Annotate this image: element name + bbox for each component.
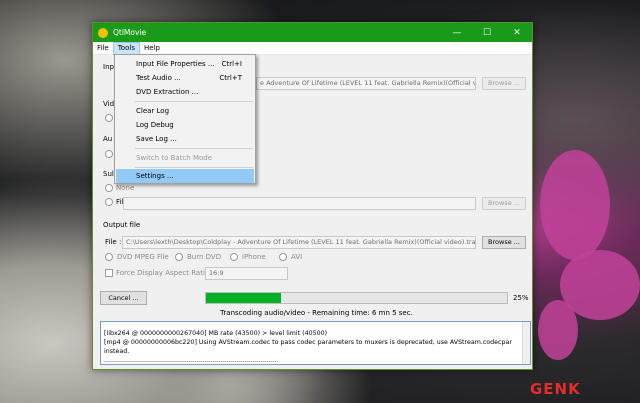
menu-file[interactable]: File bbox=[93, 42, 113, 55]
iphone-radio[interactable] bbox=[230, 253, 238, 261]
subtitles-none-radio[interactable] bbox=[105, 184, 113, 192]
app-icon bbox=[98, 27, 108, 38]
output-browse-button[interactable]: Browse ... bbox=[482, 236, 526, 249]
menu-item-label: Test Audio ... bbox=[136, 74, 181, 82]
genk-watermark: GENK bbox=[530, 380, 581, 398]
avi-radio[interactable] bbox=[279, 253, 287, 261]
menu-item-switch-batch-mode[interactable]: Switch to Batch Mode bbox=[116, 151, 254, 165]
watermark-text: GENK bbox=[530, 380, 581, 398]
burn-dvd-radio[interactable] bbox=[175, 253, 183, 261]
subtitles-browse-button[interactable]: Browse ... bbox=[482, 197, 526, 210]
iphone-label: iPhone bbox=[242, 253, 266, 261]
burn-dvd-label: Burn DVD bbox=[187, 253, 222, 261]
menu-item-label: Switch to Batch Mode bbox=[136, 154, 213, 162]
menu-item-dvd-extraction[interactable]: DVD Extraction ... bbox=[116, 85, 254, 99]
menu-item-clear-log[interactable]: Clear Log bbox=[116, 104, 254, 118]
menu-item-test-audio[interactable]: Test Audio ... Ctrl+T bbox=[116, 71, 254, 85]
menu-item-log-debug[interactable]: Log Debug bbox=[116, 118, 254, 132]
output-file-field[interactable]: C:\Users\lexth\Desktop\Coldplay - Advent… bbox=[122, 236, 476, 249]
menu-item-label: Clear Log bbox=[136, 107, 170, 115]
menu-item-shortcut: Ctrl+T bbox=[219, 74, 242, 82]
maximize-button[interactable]: ☐ bbox=[472, 28, 502, 38]
subtitles-section-label: Sul bbox=[103, 170, 114, 178]
log-scrollbar[interactable] bbox=[522, 322, 530, 364]
menu-item-label: DVD Extraction ... bbox=[136, 88, 199, 96]
menu-item-shortcut: Ctrl+I bbox=[221, 60, 242, 68]
aspect-ratio-field[interactable]: 16:9 bbox=[205, 267, 288, 280]
transcode-progress-bar bbox=[205, 292, 508, 304]
menu-help[interactable]: Help bbox=[140, 42, 164, 55]
menu-tools[interactable]: Tools bbox=[112, 41, 140, 55]
menu-item-label: Save Log ... bbox=[136, 135, 177, 143]
menu-item-label: Log Debug bbox=[136, 121, 174, 129]
menu-separator bbox=[135, 101, 253, 102]
title-bar: QtlMovie — ☐ ✕ bbox=[93, 23, 532, 42]
progress-percent: 25% bbox=[513, 294, 529, 302]
avi-label: AVI bbox=[291, 253, 303, 261]
cancel-button[interactable]: Cancel ... bbox=[100, 291, 147, 305]
flower-petal bbox=[540, 150, 610, 260]
progress-fill bbox=[206, 293, 282, 303]
force-aspect-checkbox[interactable] bbox=[105, 269, 113, 277]
log-line: ........................................… bbox=[104, 357, 279, 364]
menu-item-label: Input File Properties ... bbox=[136, 60, 215, 68]
close-button[interactable]: ✕ bbox=[502, 28, 532, 38]
menu-item-label: Settings ... bbox=[136, 172, 174, 180]
log-line: [libx264 @ 0000000000267040] MB rate (43… bbox=[104, 330, 328, 337]
video-section-label: Vid bbox=[103, 100, 115, 108]
dvd-mpeg-label: DVD MPEG File bbox=[117, 253, 169, 261]
input-browse-button[interactable]: Browse ... bbox=[482, 77, 526, 90]
menu-item-save-log[interactable]: Save Log ... bbox=[116, 132, 254, 146]
output-file-prefix: File : bbox=[105, 238, 122, 246]
subtitles-file-radio[interactable] bbox=[105, 198, 113, 206]
log-panel[interactable]: [libx264 @ 0000000000267040] MB rate (43… bbox=[100, 321, 531, 365]
audio-section-label: Au bbox=[103, 135, 113, 143]
video-radio[interactable] bbox=[105, 114, 113, 122]
status-text: Transcoding audio/video - Remaining time… bbox=[220, 309, 413, 317]
menu-separator bbox=[135, 167, 253, 168]
tools-dropdown-menu: Input File Properties ... Ctrl+I Test Aud… bbox=[114, 54, 256, 184]
audio-radio[interactable] bbox=[105, 150, 113, 158]
log-line: [mp4 @ 00000000006bc220] Using AVStream.… bbox=[104, 339, 512, 355]
input-file-field[interactable]: e Adventure Of Lifetime (LEVEL 11 feat. … bbox=[256, 77, 476, 90]
window-title: QtlMovie bbox=[113, 28, 147, 37]
subtitles-none-label: None bbox=[116, 184, 135, 192]
menu-item-input-file-properties[interactable]: Input File Properties ... Ctrl+I bbox=[116, 57, 254, 71]
subtitles-file-field[interactable] bbox=[123, 197, 476, 210]
dvd-mpeg-radio[interactable] bbox=[105, 253, 113, 261]
output-file-label: Output file bbox=[103, 221, 141, 229]
minimize-button[interactable]: — bbox=[442, 28, 472, 38]
force-aspect-label: Force Display Aspect Ratio : bbox=[116, 269, 214, 277]
menu-separator bbox=[135, 148, 253, 149]
menu-item-settings[interactable]: Settings ... bbox=[116, 169, 254, 183]
input-file-label: Inp bbox=[103, 63, 114, 71]
